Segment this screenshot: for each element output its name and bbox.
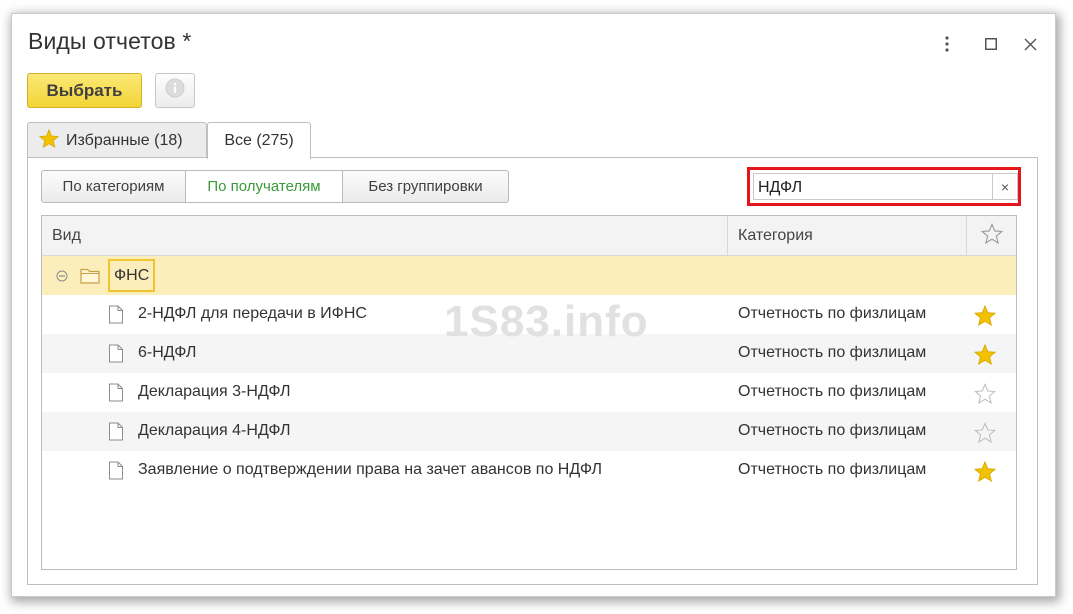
- group-row-fns[interactable]: ФНС: [42, 256, 1016, 295]
- table-row[interactable]: 6-НДФЛ Отчетность по физлицам: [42, 334, 1016, 373]
- table-row[interactable]: 2-НДФЛ для передачи в ИФНС Отчетность по …: [42, 295, 1016, 334]
- document-icon: [108, 344, 124, 368]
- column-header-category[interactable]: Категория: [727, 216, 966, 255]
- report-types-window: Виды отчетов * Выбрать Избранные (18) Вс…: [12, 14, 1055, 596]
- document-icon: [108, 383, 124, 407]
- table-row[interactable]: Заявление о подтверждении права на зачет…: [42, 451, 1016, 490]
- info-icon: [165, 78, 185, 103]
- favorite-star-icon[interactable]: [973, 342, 997, 366]
- report-category: Отчетность по физлицам: [738, 344, 927, 361]
- star-outline-icon[interactable]: [973, 381, 997, 405]
- report-category: Отчетность по физлицам: [738, 383, 927, 400]
- star-outline-icon: [980, 222, 1003, 249]
- group-by-category-button[interactable]: По категориям: [41, 170, 186, 203]
- close-icon[interactable]: [1018, 32, 1042, 56]
- group-label: ФНС: [108, 259, 156, 292]
- star-outline-icon[interactable]: [973, 420, 997, 444]
- document-icon: [108, 422, 124, 446]
- tab-panel: По категориям По получателям Без группир…: [27, 157, 1038, 585]
- report-name: 2-НДФЛ для передачи в ИФНС: [138, 305, 367, 322]
- tab-favorites[interactable]: Избранные (18): [27, 122, 207, 158]
- report-name: 6-НДФЛ: [138, 344, 197, 361]
- column-header-favorite[interactable]: [966, 216, 1016, 255]
- collapse-icon[interactable]: [56, 269, 68, 287]
- group-by-recipient-button[interactable]: По получателям: [185, 170, 343, 203]
- folder-icon: [80, 267, 100, 289]
- report-category: Отчетность по физлицам: [738, 422, 927, 439]
- tab-all[interactable]: Все (275): [207, 122, 311, 159]
- table-row[interactable]: Декларация 3-НДФЛ Отчетность по физлицам: [42, 373, 1016, 412]
- tab-all-label: Все (275): [224, 132, 294, 149]
- report-category: Отчетность по физлицам: [738, 461, 927, 478]
- document-icon: [108, 461, 124, 485]
- search-clear-button[interactable]: ×: [992, 173, 1018, 200]
- table-header: Вид Категория: [42, 216, 1016, 256]
- search-input[interactable]: [753, 173, 992, 200]
- document-icon: [108, 305, 124, 329]
- window-title: Виды отчетов *: [28, 28, 192, 54]
- report-category: Отчетность по физлицам: [738, 305, 927, 322]
- report-types-table: Вид Категория ФНС 2-НДФЛ для передачи в …: [41, 215, 1017, 570]
- select-button[interactable]: Выбрать: [27, 73, 142, 108]
- favorite-star-icon[interactable]: [973, 459, 997, 483]
- info-button[interactable]: [155, 73, 195, 108]
- column-header-type[interactable]: Вид: [42, 216, 727, 255]
- more-menu-icon[interactable]: [935, 32, 959, 56]
- star-icon: [38, 128, 60, 153]
- report-name: Заявление о подтверждении права на зачет…: [138, 461, 602, 478]
- report-name: Декларация 3-НДФЛ: [138, 383, 291, 400]
- search-highlight-frame: ×: [747, 167, 1021, 206]
- tab-favorites-label: Избранные (18): [66, 131, 183, 149]
- no-grouping-button[interactable]: Без группировки: [342, 170, 509, 203]
- report-name: Декларация 4-НДФЛ: [138, 422, 291, 439]
- maximize-icon[interactable]: [979, 32, 1003, 56]
- favorite-star-icon[interactable]: [973, 303, 997, 327]
- table-row[interactable]: Декларация 4-НДФЛ Отчетность по физлицам: [42, 412, 1016, 451]
